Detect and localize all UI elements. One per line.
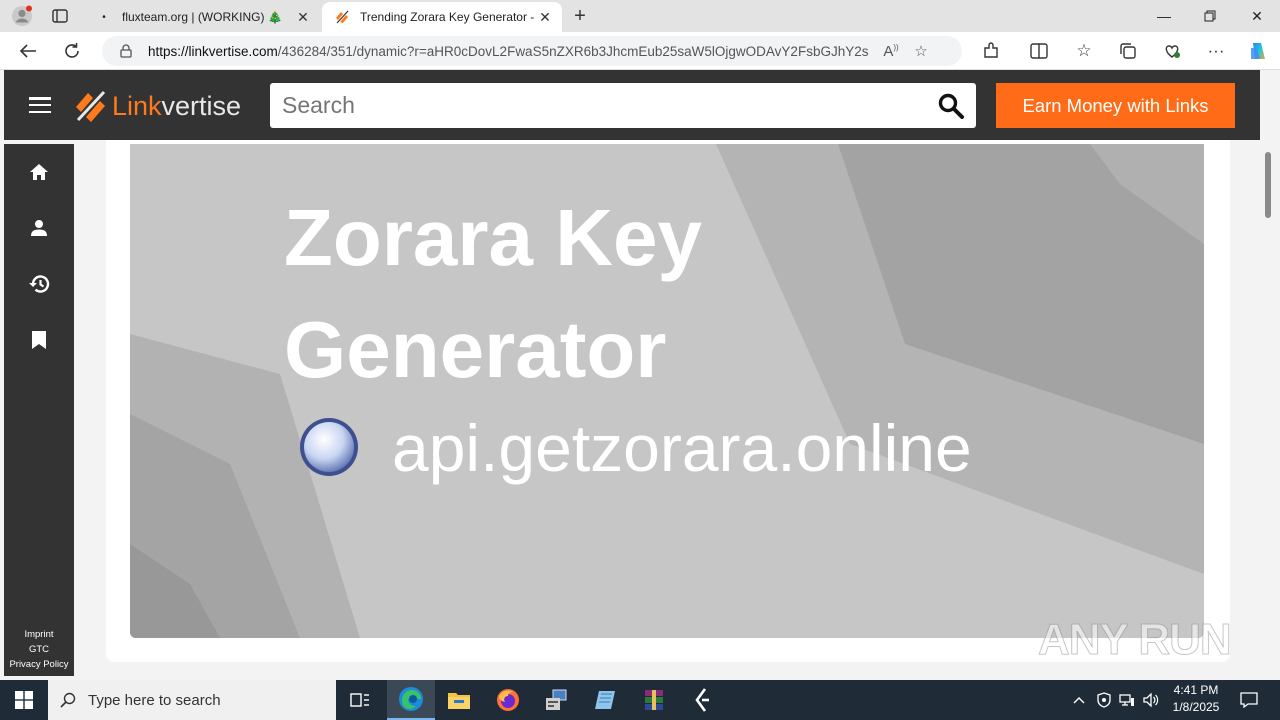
sidebar-item-home[interactable] [4,152,74,192]
close-window-icon[interactable]: ✕ [1234,0,1280,32]
close-tab-icon[interactable]: ✕ [534,6,556,28]
split-screen-icon[interactable] [1024,36,1054,66]
lock-icon[interactable] [118,44,134,58]
taskbar-firefox[interactable] [484,680,532,720]
tab-favicon-linkvertise-icon [334,9,350,25]
home-icon [30,164,48,180]
imprint-link[interactable]: Imprint [4,627,74,642]
hamburger-menu-icon[interactable] [26,94,54,116]
sidebar-footer: Imprint GTC Privacy Policy [4,627,74,672]
tab-fluxteam[interactable]: • fluxteam.org | (WORKING) 🎄 ✕ [84,2,320,32]
windows-taskbar: Type here to search 4:41 PM 1/8/2025 [0,680,1280,720]
tab-zorara[interactable]: Trending Zorara Key Generator - L ✕ [322,2,562,32]
logo-text-vertise: vertise [161,90,242,121]
clock-date: 1/8/2025 [1172,700,1220,714]
edge-icon [399,687,423,711]
history-icon [29,275,50,293]
restore-icon[interactable] [1187,0,1233,32]
network-icon[interactable] [1116,680,1138,720]
folder-icon [448,693,470,709]
installer-icon [546,689,567,710]
browser-toolbar: https://linkvertise.com/436284/351/dynam… [0,32,1280,70]
tab-title: fluxteam.org | (WORKING) 🎄 [122,10,283,24]
linkvertise-logo-icon [76,90,106,122]
anyrun-watermark: ANY RUN [1038,610,1233,670]
privacy-policy-link[interactable]: Privacy Policy [4,657,74,672]
winrar-icon [645,690,663,710]
flux-app-icon [695,688,709,712]
banner-domain: api.getzorara.online [392,411,972,485]
collections-icon[interactable] [1113,36,1143,66]
taskbar-setup-app[interactable] [532,680,580,720]
taskbar-clock[interactable]: 4:41 PM 1/8/2025 [1164,682,1228,716]
copilot-icon[interactable] [1243,36,1273,66]
linkvertise-sidebar: Imprint GTC Privacy Policy [4,144,74,676]
content-card: Zorara Key Generator api.getzorara.onlin… [106,140,1230,662]
search-box [270,83,976,128]
logo-text-link: Link [112,90,162,121]
task-view-icon [350,693,369,707]
taskbar-winrar[interactable] [630,680,678,720]
gtc-link[interactable]: GTC [4,642,74,657]
refresh-icon[interactable] [57,36,87,66]
profile-avatar-icon[interactable] [9,4,35,28]
notepad-icon [595,691,615,709]
scrollbar-thumb[interactable] [1265,152,1271,218]
windows-logo-icon [15,691,33,709]
task-view-button[interactable] [336,680,384,720]
new-tab-icon[interactable]: + [567,4,593,28]
url-path: /436284/351/dynamic?r=aHR0cDovL2FwaS5nZX… [277,43,869,59]
taskbar-flux-app[interactable] [679,680,727,720]
tab-title: Trending Zorara Key Generator - L [360,10,534,24]
taskbar-search-icon [48,692,88,708]
page-scrollbar[interactable] [1260,140,1280,680]
main-content: Zorara Key Generator api.getzorara.onlin… [74,140,1260,680]
security-tray-icon[interactable] [1093,680,1115,720]
tab-favicon-dot-icon: • [102,11,106,23]
url-host: https://linkvertise.com [148,43,278,59]
earn-money-button[interactable]: Earn Money with Links [996,83,1235,128]
tab-actions-icon[interactable] [47,4,73,28]
firefox-icon [497,689,519,711]
favorite-star-icon[interactable]: ☆ [906,42,936,60]
browser-tab-strip: • fluxteam.org | (WORKING) 🎄 ✕ Trending … [0,0,1280,32]
volume-icon[interactable] [1140,680,1162,720]
more-menu-icon[interactable]: ··· [1201,36,1231,66]
read-aloud-icon[interactable]: A)) [876,43,906,60]
notifications-icon[interactable] [1232,680,1266,720]
linkvertise-header: Linkvertise Earn Money with Links [4,70,1260,140]
show-hidden-icons[interactable] [1068,680,1090,720]
taskbar-file-explorer[interactable] [435,680,483,720]
linkvertise-logo[interactable]: Link vertise [74,88,241,124]
taskbar-search-placeholder: Type here to search [88,691,221,709]
banner-image: Zorara Key Generator api.getzorara.onlin… [130,144,1204,638]
url-text[interactable]: https://linkvertise.com/436284/351/dynam… [148,44,876,59]
globe-icon [300,418,358,476]
sidebar-item-bookmarks[interactable] [4,320,74,360]
user-icon [31,220,47,236]
watermark-text: ANY RUN [1038,615,1233,665]
taskbar-search[interactable]: Type here to search [48,680,336,720]
sidebar-item-profile[interactable] [4,208,74,248]
bookmark-icon [32,331,46,349]
browser-essentials-icon[interactable] [1157,36,1187,66]
close-tab-icon[interactable]: ✕ [292,6,314,28]
back-arrow-icon[interactable] [13,36,43,66]
clock-time: 4:41 PM [1173,683,1219,697]
banner-title: Zorara Key Generator [284,193,702,394]
windows-start-button[interactable] [0,680,48,720]
address-bar[interactable]: https://linkvertise.com/436284/351/dynam… [102,36,962,66]
sidebar-item-history[interactable] [4,264,74,304]
taskbar-edge[interactable] [387,680,435,720]
extensions-icon[interactable] [976,36,1006,66]
minimize-icon[interactable]: — [1141,0,1187,32]
favorites-icon[interactable]: ☆ [1069,36,1099,66]
taskbar-notepad-app[interactable] [581,680,629,720]
search-input[interactable] [270,83,926,128]
search-icon[interactable] [926,83,976,128]
